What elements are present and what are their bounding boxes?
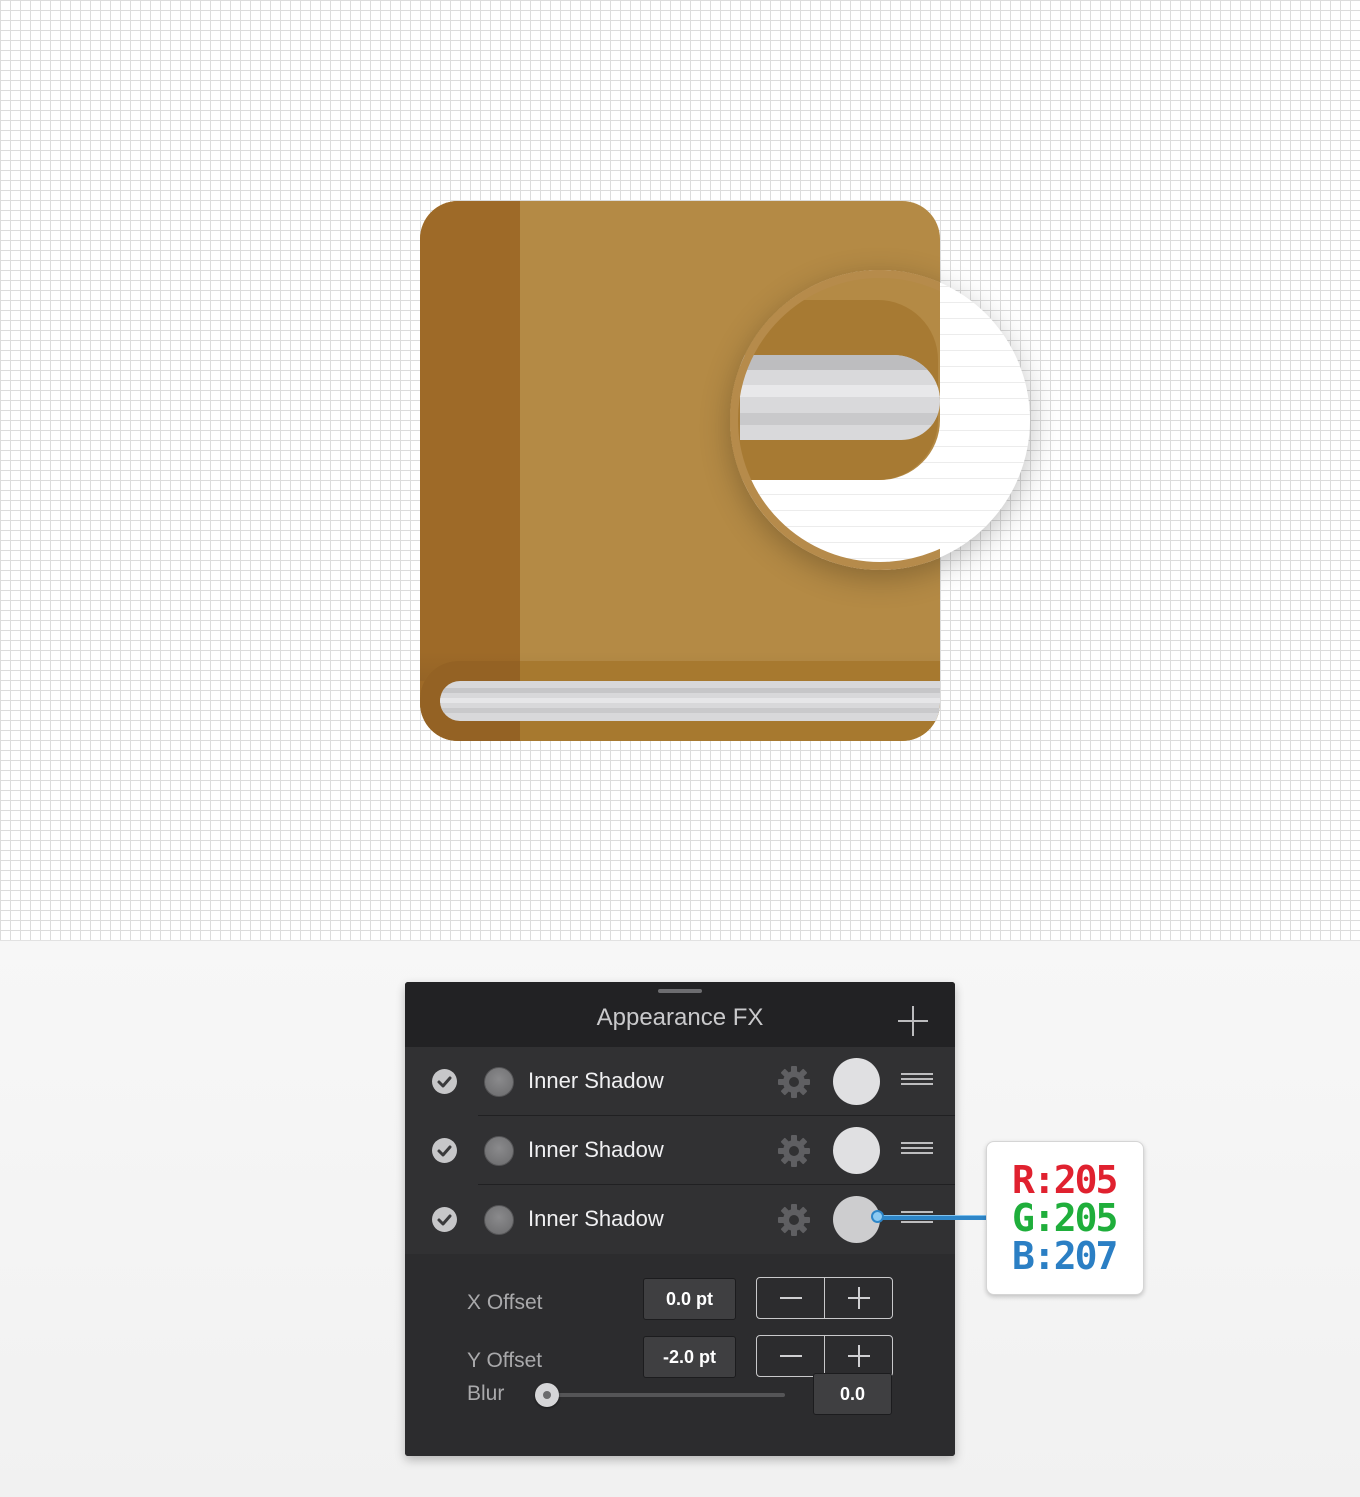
gear-icon[interactable] bbox=[777, 1065, 811, 1099]
page-line bbox=[440, 688, 940, 693]
blur-slider-track[interactable] bbox=[547, 1393, 785, 1397]
blur-field[interactable]: 0.0 bbox=[813, 1373, 892, 1415]
blur-slider-knob[interactable] bbox=[535, 1383, 559, 1407]
effect-properties: X Offset 0.0 pt Y Offset -2.0 pt Blur 0.… bbox=[405, 1254, 955, 1456]
checkmark-icon[interactable] bbox=[432, 1207, 457, 1232]
effect-row[interactable]: Inner Shadow bbox=[405, 1116, 955, 1185]
effect-label: Inner Shadow bbox=[528, 1068, 664, 1093]
x-offset-field[interactable]: 0.0 pt bbox=[643, 1278, 736, 1320]
gear-icon[interactable] bbox=[777, 1134, 811, 1168]
minus-icon bbox=[780, 1297, 802, 1299]
effect-row[interactable]: Inner Shadow bbox=[405, 1047, 955, 1116]
y-offset-decrement-button[interactable] bbox=[757, 1336, 824, 1376]
page-line bbox=[440, 708, 940, 713]
gear-icon[interactable] bbox=[777, 1203, 811, 1237]
effects-list: Inner Shadow Inner Shadow Inner Shadow bbox=[405, 1047, 955, 1254]
reorder-handle-icon[interactable] bbox=[901, 1142, 933, 1158]
book-pages bbox=[440, 681, 940, 721]
plus-icon bbox=[848, 1345, 870, 1367]
y-offset-stepper bbox=[756, 1335, 893, 1377]
x-offset-stepper bbox=[756, 1277, 893, 1319]
plus-icon bbox=[898, 1006, 928, 1036]
effect-status-dot bbox=[484, 1136, 514, 1166]
x-offset-decrement-button[interactable] bbox=[757, 1278, 824, 1318]
blur-label: Blur bbox=[467, 1382, 505, 1405]
panel-drag-handle[interactable] bbox=[658, 989, 702, 993]
effect-status-dot bbox=[484, 1067, 514, 1097]
color-swatch[interactable] bbox=[833, 1058, 880, 1105]
reorder-handle-icon[interactable] bbox=[901, 1073, 933, 1089]
effect-label: Inner Shadow bbox=[528, 1206, 664, 1231]
callout-line bbox=[880, 1215, 987, 1220]
callout-anchor-dot bbox=[871, 1210, 884, 1223]
rgb-annotation-card: R:205 G:205 B:207 bbox=[986, 1141, 1144, 1295]
blue-value: B:207 bbox=[1012, 1234, 1118, 1278]
y-offset-increment-button[interactable] bbox=[825, 1336, 892, 1376]
checkmark-icon[interactable] bbox=[432, 1069, 457, 1094]
checkmark-icon[interactable] bbox=[432, 1138, 457, 1163]
plus-icon bbox=[848, 1287, 870, 1309]
add-effect-button[interactable] bbox=[897, 1005, 929, 1037]
effect-status-dot bbox=[484, 1205, 514, 1235]
panel-header: Appearance FX bbox=[405, 982, 955, 1047]
effect-label: Inner Shadow bbox=[528, 1137, 664, 1162]
panel-title: Appearance FX bbox=[596, 1004, 764, 1031]
page-line bbox=[440, 698, 940, 703]
y-offset-field[interactable]: -2.0 pt bbox=[643, 1336, 736, 1378]
x-offset-increment-button[interactable] bbox=[825, 1278, 892, 1318]
color-swatch[interactable] bbox=[833, 1127, 880, 1174]
y-offset-label: Y Offset bbox=[467, 1349, 543, 1372]
minus-icon bbox=[780, 1355, 802, 1357]
x-offset-label: X Offset bbox=[467, 1291, 543, 1314]
